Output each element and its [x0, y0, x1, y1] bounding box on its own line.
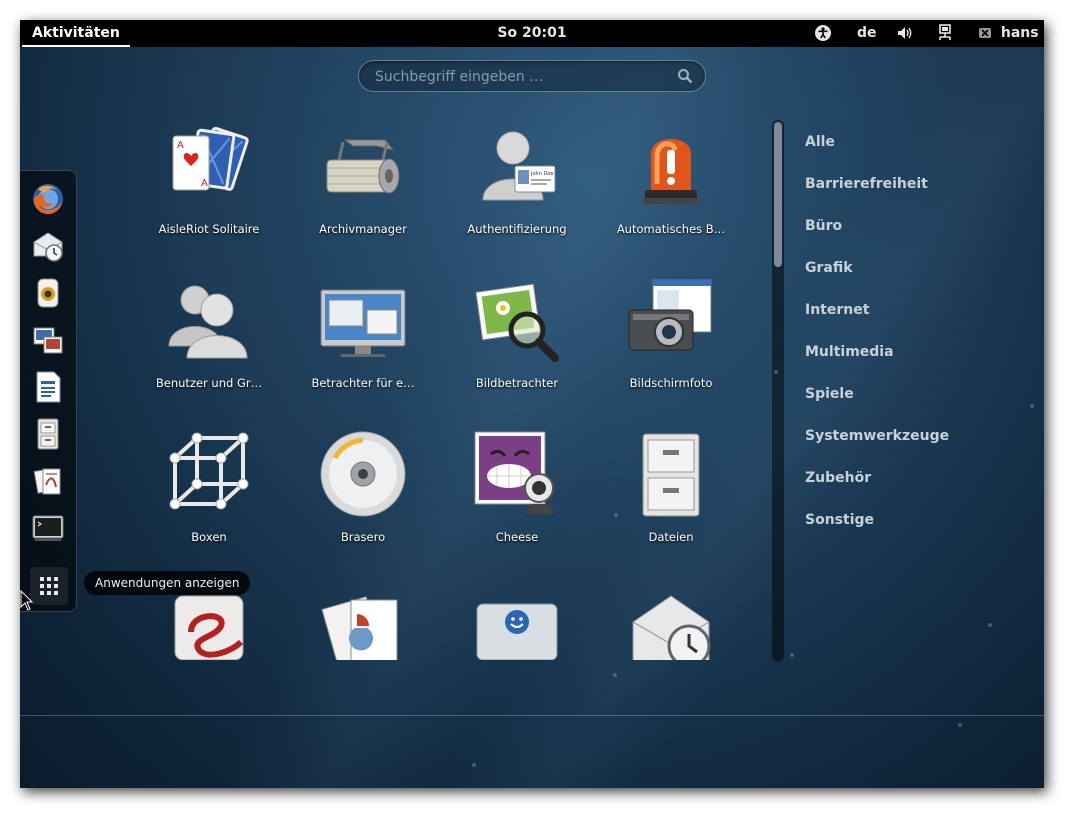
svg-text:John Doe: John Doe [530, 171, 553, 177]
search-input[interactable] [373, 66, 667, 88]
office-docs-icon [321, 596, 398, 660]
category-zubehoer[interactable]: Zubehör [805, 466, 949, 508]
app-dateien[interactable]: Dateien [596, 428, 746, 544]
remote-viewer-icon [320, 289, 406, 357]
app-evolution[interactable] [134, 582, 284, 660]
app-bildschirmfoto[interactable]: Bildschirmfoto [596, 274, 746, 390]
evolution-icon[interactable] [30, 228, 66, 264]
app-authentifizierung[interactable]: John Doe Authentifizierung [442, 120, 592, 236]
background-dot [988, 623, 992, 627]
category-spiele[interactable]: Spiele [805, 382, 949, 424]
app-grid: A A AisleRiot Solitaire Archivmanager Jo… [120, 110, 760, 660]
svg-text:A: A [201, 178, 208, 189]
app-benutzer-und-gr[interactable]: Benutzer und Gr… [134, 274, 284, 390]
search-box[interactable] [358, 60, 706, 92]
rhythmbox-icon[interactable] [30, 275, 66, 311]
shotwell-icon[interactable] [30, 322, 66, 358]
app-bildbetrachter[interactable]: Bildbetrachter [442, 274, 592, 390]
category-systemwerkzeuge[interactable]: Systemwerkzeuge [805, 424, 949, 466]
app-aisleriot-solitaire[interactable]: A A AisleRiot Solitaire [134, 120, 284, 236]
category-alle[interactable]: Alle [805, 130, 949, 172]
app-cheese[interactable]: Cheese [442, 428, 592, 544]
accessibility-icon[interactable] [814, 20, 832, 47]
gnome-overview: Aktivitäten So 20:01 de hans Suchbegriff… [20, 20, 1044, 788]
category-list: Alle Barrierefreiheit Büro Grafik Intern… [805, 130, 949, 550]
mail-clock-icon [632, 595, 711, 660]
app-mail-scheduler[interactable] [596, 582, 746, 660]
category-buero[interactable]: Büro [805, 214, 949, 256]
category-barrierefreiheit[interactable]: Barrierefreiheit [805, 172, 949, 214]
document-viewer-icon[interactable] [30, 463, 66, 499]
mouse-cursor-icon [20, 589, 34, 616]
svg-text:A: A [177, 140, 184, 151]
category-grafik[interactable]: Grafik [805, 256, 949, 298]
clock[interactable]: So 20:01 [497, 25, 566, 41]
show-applications-button[interactable] [30, 567, 68, 605]
background-dot [613, 673, 617, 677]
user-status-icon [979, 28, 991, 38]
app-grid-scrollbar[interactable] [772, 120, 784, 662]
cheese-webcam-icon [474, 431, 555, 514]
search-icon [677, 68, 693, 88]
image-viewer-icon [475, 283, 559, 362]
background-dot [958, 723, 962, 727]
brasero-disc-icon [320, 431, 406, 517]
category-multimedia[interactable]: Multimedia [805, 340, 949, 382]
user-name: hans [1000, 25, 1039, 41]
boxes-icon [169, 432, 249, 510]
libreoffice-writer-icon[interactable] [30, 369, 66, 405]
network-wired-icon[interactable] [937, 20, 953, 47]
background-dot [774, 370, 778, 374]
keyboard-layout-indicator[interactable]: de [857, 20, 877, 47]
authentication-icon: John Doe [482, 131, 556, 201]
app-brasero[interactable]: Brasero [288, 428, 438, 544]
dash [20, 170, 77, 612]
workspace-divider [20, 715, 1044, 716]
firefox-icon[interactable] [30, 181, 66, 217]
screenshot-camera-icon [628, 279, 712, 351]
terminal-icon[interactable] [30, 510, 66, 546]
background-dot [790, 653, 794, 657]
users-groups-icon [168, 285, 248, 359]
file-cabinet-icon [642, 433, 700, 517]
app-automatisches-b[interactable]: Automatisches B… [596, 120, 746, 236]
background-dot [1030, 404, 1034, 408]
top-bar: Aktivitäten So 20:01 de hans [20, 20, 1044, 47]
background-dot [614, 513, 618, 517]
activities-button[interactable]: Aktivitäten [20, 20, 132, 47]
app-grid-icon [40, 577, 58, 595]
evolution-e-icon [174, 595, 244, 660]
app-betrachter-fuer-e[interactable]: Betrachter für e… [288, 274, 438, 390]
scrollbar-thumb[interactable] [774, 122, 782, 267]
alarm-light-icon [643, 139, 699, 204]
archive-manager-icon [326, 139, 400, 194]
app-office-documents[interactable] [288, 582, 438, 660]
app-archivmanager[interactable]: Archivmanager [288, 120, 438, 236]
files-icon[interactable] [30, 416, 66, 452]
category-internet[interactable]: Internet [805, 298, 949, 340]
background-dot [472, 763, 476, 767]
app-boxen[interactable]: Boxen [134, 428, 284, 544]
app-contacts[interactable] [442, 582, 592, 660]
cards-icon: A A [172, 126, 249, 191]
user-menu[interactable]: hans [978, 20, 1039, 47]
category-sonstige[interactable]: Sonstige [805, 508, 949, 550]
contacts-icon [476, 603, 558, 660]
volume-icon[interactable] [896, 20, 914, 47]
